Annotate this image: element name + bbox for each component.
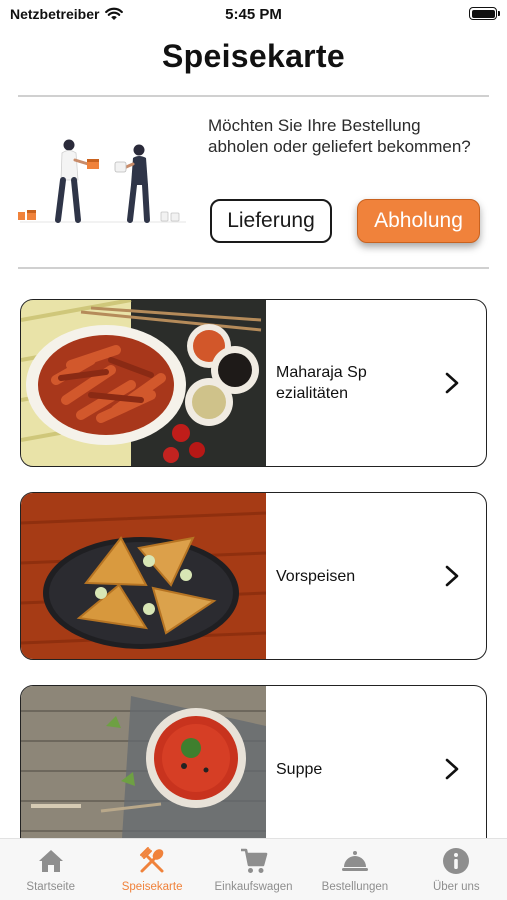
category-label-vorspeisen: Vorspeisen bbox=[276, 567, 356, 585]
food-photo-maharaja bbox=[21, 300, 266, 466]
category-card-maharaja[interactable]: Maharaja Sp ezialitäten bbox=[20, 299, 487, 467]
pickup-button[interactable]: Abholung bbox=[357, 199, 480, 243]
category-label-suppe: Suppe bbox=[276, 760, 323, 778]
delivery-illustration bbox=[18, 139, 186, 223]
chevron-right-icon bbox=[445, 565, 459, 587]
chevron-right-icon bbox=[445, 758, 459, 780]
cart-icon bbox=[240, 848, 267, 873]
tab-einkaufswagen[interactable]: Einkaufswagen bbox=[203, 839, 304, 900]
category-label-maharaja: Maharaja Sp ezialitäten bbox=[276, 364, 367, 402]
tab-bestellungen[interactable]: Bestellungen bbox=[304, 839, 405, 900]
tab-label: Einkaufswagen bbox=[214, 881, 293, 893]
tab-speisekarte[interactable]: Speisekarte bbox=[101, 839, 202, 900]
tab-label: Bestellungen bbox=[321, 881, 389, 893]
section-divider bbox=[18, 267, 489, 269]
cloche-icon bbox=[341, 851, 368, 871]
tab-bar: Startseite Speisekarte Einkaufswagen Bes… bbox=[0, 838, 507, 900]
tab-label: Speisekarte bbox=[121, 881, 183, 893]
tab-label: Über uns bbox=[432, 881, 480, 893]
fork-spoon-icon bbox=[140, 847, 164, 873]
delivery-button[interactable]: Lieferung bbox=[210, 199, 332, 243]
food-photo-samosa bbox=[21, 493, 266, 659]
status-time: 5:45 PM bbox=[225, 6, 282, 23]
info-icon bbox=[443, 848, 470, 874]
category-card-suppe[interactable]: Suppe bbox=[20, 685, 487, 853]
food-photo-tomato-soup bbox=[21, 686, 266, 852]
tab-label: Startseite bbox=[26, 881, 75, 893]
battery-icon bbox=[469, 7, 500, 20]
header-divider bbox=[18, 95, 489, 97]
page-title: Speisekarte bbox=[162, 38, 345, 74]
status-bar: Netzbetreiber 5:45 PM bbox=[0, 0, 507, 28]
order-type-question: Möchten Sie Ihre Bestellung abholen oder… bbox=[208, 116, 471, 156]
chevron-right-icon bbox=[445, 372, 459, 394]
home-icon bbox=[38, 850, 63, 872]
tab-ueber-uns[interactable]: Über uns bbox=[406, 839, 507, 900]
tab-startseite[interactable]: Startseite bbox=[0, 839, 101, 900]
category-card-vorspeisen[interactable]: Vorspeisen bbox=[20, 492, 487, 660]
